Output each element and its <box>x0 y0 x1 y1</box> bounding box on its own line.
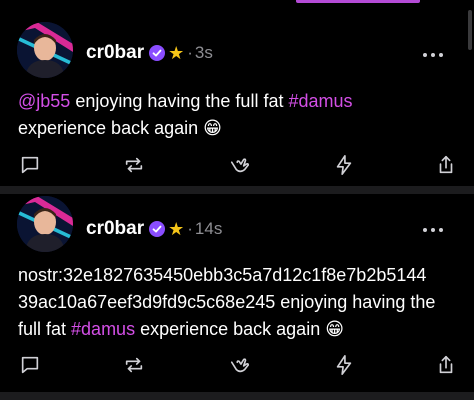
share-icon[interactable] <box>435 354 457 376</box>
separator-dot: · <box>187 219 193 238</box>
verified-badge-icon <box>149 221 166 237</box>
zap-icon[interactable] <box>333 354 355 376</box>
post-card[interactable]: cr0bar ★ · 14s nostr:32e1827635450ebb3c5… <box>0 0 474 392</box>
more-options-icon[interactable] <box>423 227 443 233</box>
content-text: experience back again <box>135 319 326 339</box>
avatar[interactable] <box>17 196 73 252</box>
timestamp: 14s <box>194 219 223 238</box>
reply-icon[interactable] <box>19 354 41 376</box>
hashtag-link[interactable]: #damus <box>71 319 135 339</box>
like-icon[interactable] <box>229 354 251 376</box>
emoji: 😁 <box>325 319 344 339</box>
post-content: nostr:32e1827635450ebb3c5a7d12c1f8e7b2b5… <box>18 262 458 343</box>
star-icon: ★ <box>168 219 185 239</box>
action-bar <box>19 354 459 376</box>
username[interactable]: cr0bar <box>86 218 144 240</box>
post-header: cr0bar ★ · 14s <box>86 216 222 242</box>
post-divider <box>0 392 474 400</box>
repost-icon[interactable] <box>123 354 145 376</box>
